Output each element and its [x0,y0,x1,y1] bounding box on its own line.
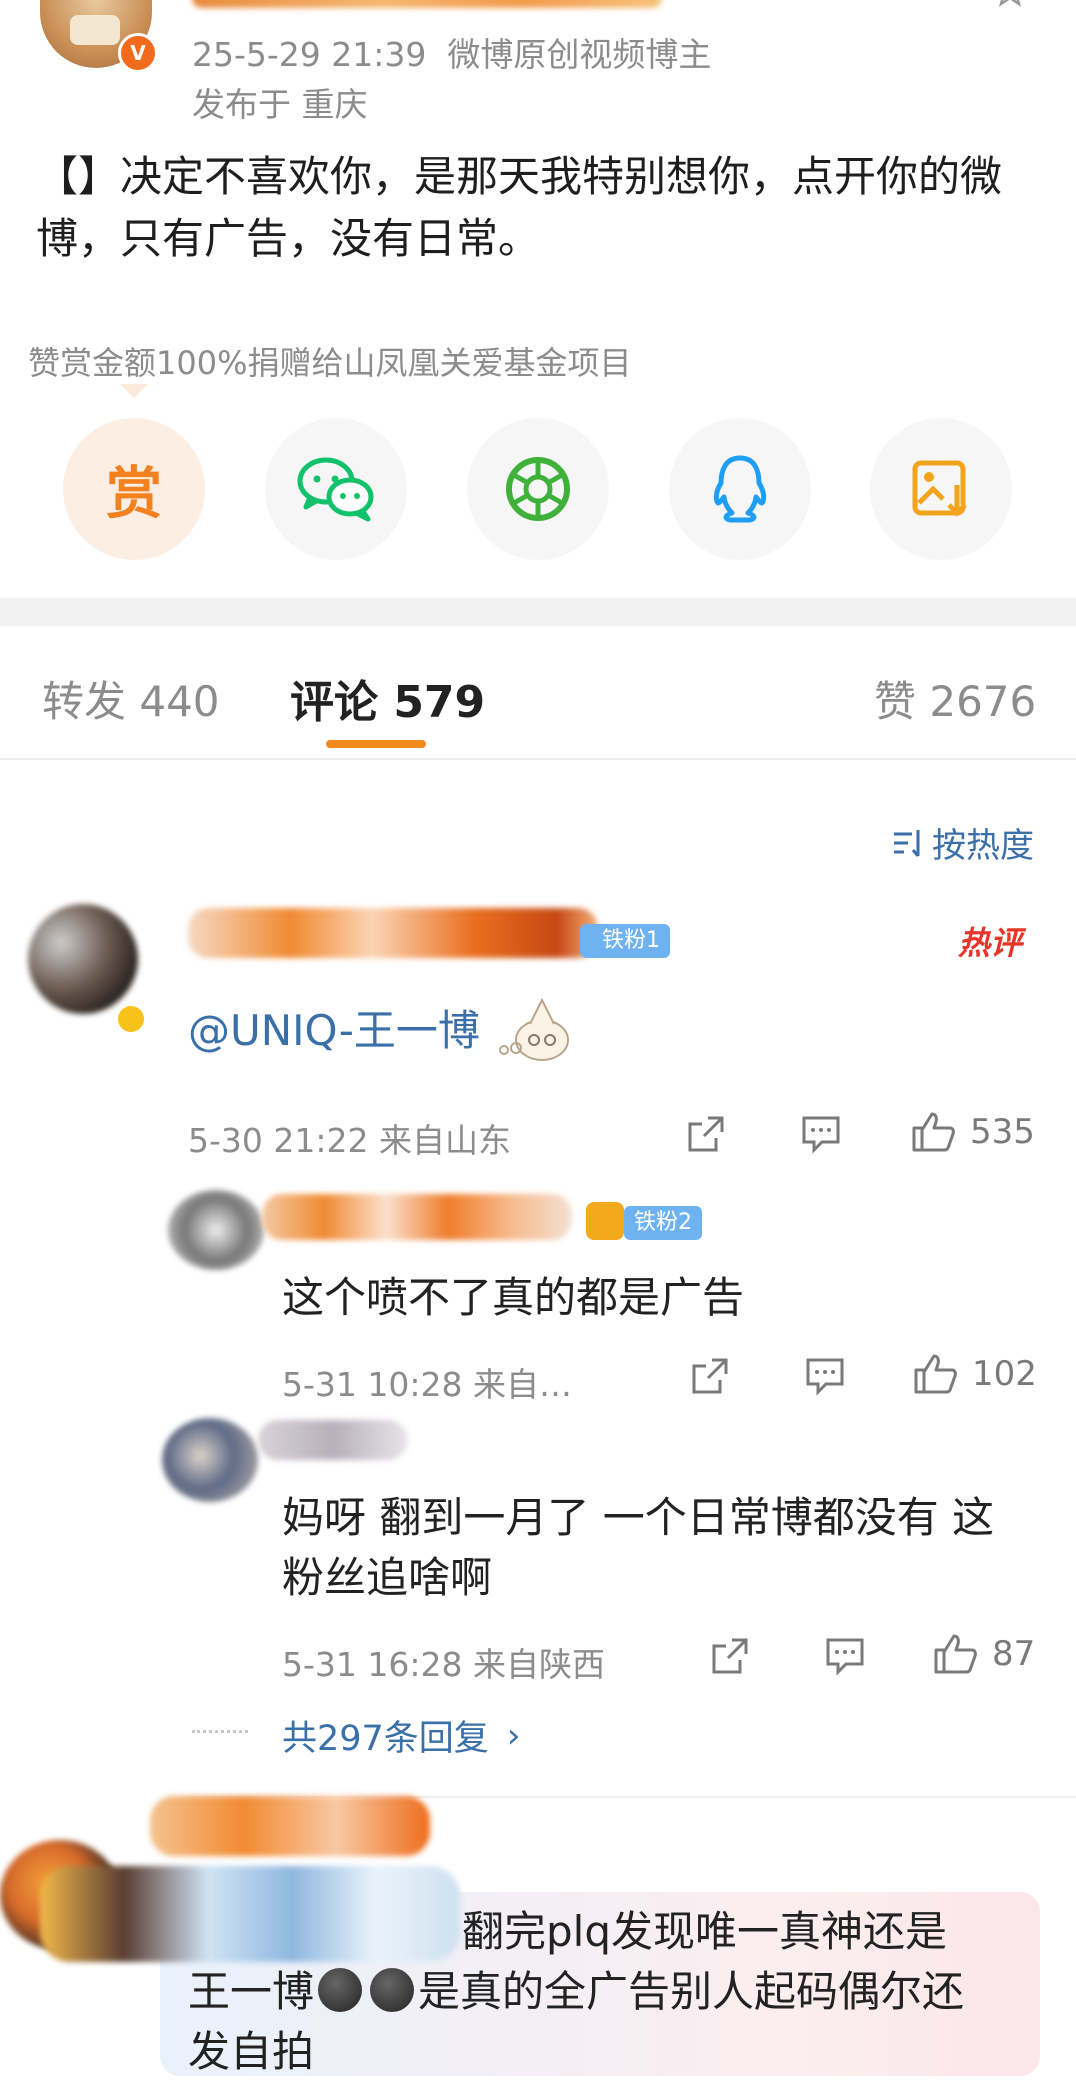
emoji-sticker-icon [494,990,574,1064]
repost-comment-button[interactable] [686,1114,726,1154]
tab-repost[interactable]: 转发 440 [42,668,220,729]
share-moments-button[interactable] [467,418,609,560]
save-image-icon [912,460,967,517]
share-wechat-button[interactable] [265,418,407,560]
reply-username-blurred [258,1420,408,1460]
post-meta: 25-5-29 21:39 微博原创视频博主 [192,28,711,76]
reward-icon-label: 赏 [106,461,162,527]
comment-text-line: 王一博 是真的全广告别人起码偶尔还 [188,1962,1048,2022]
share-icon [692,1358,728,1394]
like-count: 102 [972,1354,1037,1394]
comment-icon [802,1116,840,1154]
save-image-button[interactable] [870,418,1012,560]
comment-text-segment: 王一博 [188,1967,315,2016]
post-text: 【】决定不喜欢你，是那天我特别想你，点开你的微博，只有广告，没有日常。 [36,152,1003,263]
post-time: 25-5-29 21:39 [192,35,427,74]
dark-smile-emoji-icon [370,1968,415,2012]
post-source: 微博原创视频博主 [447,35,712,74]
reply-text-line: 粉丝追啥啊 [282,1553,493,1602]
thumbs-up-icon [914,1354,957,1394]
level-crown-icon [586,1202,624,1240]
tab-comments[interactable]: 评论 579 [290,666,485,730]
reply-text: 妈呀 翻到一月了 一个日常博都没有 这 粉丝追啥啊 [282,1488,994,1608]
comment-text: 翻完plq发现唯一真神还是 王一博 是真的全广告别人起码偶尔还 发自拍 [188,1902,1048,2082]
reply-text: 这个喷不了真的都是广告 [282,1273,745,1322]
sort-button[interactable]: 按热度 [892,818,1034,867]
comment-avatar[interactable] [28,904,138,1014]
fan-badge: 铁粉2 [624,1206,702,1240]
comment-text-line: 翻完plq发现唯一真神还是 [188,1902,1048,1962]
repost-reply-button[interactable] [690,1356,730,1396]
post-location: 发布于 重庆 [192,85,368,124]
hot-comment-label: 热评 [958,924,1023,962]
comment-icon [826,1638,864,1676]
user-badge-dot [118,1006,144,1032]
like-count: 535 [970,1112,1035,1152]
more-replies-label: 共297条回复 [282,1719,489,1759]
sort-icon [894,829,920,857]
reply-avatar[interactable] [162,1418,258,1502]
share-qq-button[interactable] [669,418,811,560]
section-divider [0,598,1076,626]
reply-avatar[interactable] [168,1190,264,1270]
comment-text-line: 发自拍 [188,2027,315,2076]
reply-button[interactable] [800,1114,842,1154]
qq-icon [713,455,767,523]
sort-label: 按热度 [932,826,1034,866]
comment-time: 5-30 21:22 来自山东 [188,1121,511,1160]
favorite-star-icon[interactable] [992,0,1028,16]
reply-to-reply-button[interactable] [824,1636,866,1676]
comment-text: @UNIQ-王一博 [188,990,574,1064]
reward-button[interactable]: 赏 [63,418,205,560]
comment-text-segment: 翻完plq发现唯一真神还是 [462,1907,947,1956]
fan-badge: 铁粉1 [580,924,670,958]
wechat-icon [297,457,374,522]
like-button[interactable]: 102 [912,1352,1037,1396]
verified-badge-icon: V [118,33,158,73]
mention-link[interactable]: @UNIQ-王一博 [188,997,480,1058]
comment-text-segment: 是真的全广告别人起码偶尔还 [418,1967,965,2016]
dark-smile-emoji-icon [318,1968,363,2012]
more-replies-link[interactable]: 共297条回复 › [282,1710,520,1761]
tab-likes[interactable]: 赞 2676 [874,668,1036,729]
comment-username-blurred [150,1796,430,1856]
like-button[interactable]: 87 [932,1632,1035,1676]
chevron-right-icon: › [506,1715,521,1756]
author-name-blurred [192,0,662,8]
share-icon [712,1638,748,1674]
like-button[interactable]: 535 [910,1110,1035,1154]
tab-active-indicator [326,740,426,748]
reply-time: 5-31 10:28 来自… [282,1365,572,1404]
thumbs-up-icon [912,1112,955,1152]
donation-note: 赞赏金额100%捐赠给山凤凰关爱基金项目 [28,344,632,382]
tabs-divider [0,758,1076,760]
like-count: 87 [992,1634,1036,1674]
thumbs-up-icon [934,1634,977,1674]
moments-icon [506,457,570,521]
tooltip-arrow [120,384,148,398]
reply-username-blurred [262,1194,572,1240]
comment-username-blurred [188,908,598,958]
comment-icon [806,1358,844,1396]
share-icon [688,1116,724,1152]
repost-reply-button[interactable] [710,1636,750,1676]
reply-to-reply-button[interactable] [804,1356,846,1396]
more-replies-dots [192,1730,248,1733]
reply-time: 5-31 16:28 来自陕西 [282,1645,605,1684]
reply-text-line: 妈呀 翻到一月了 一个日常博都没有 这 [282,1493,995,1542]
